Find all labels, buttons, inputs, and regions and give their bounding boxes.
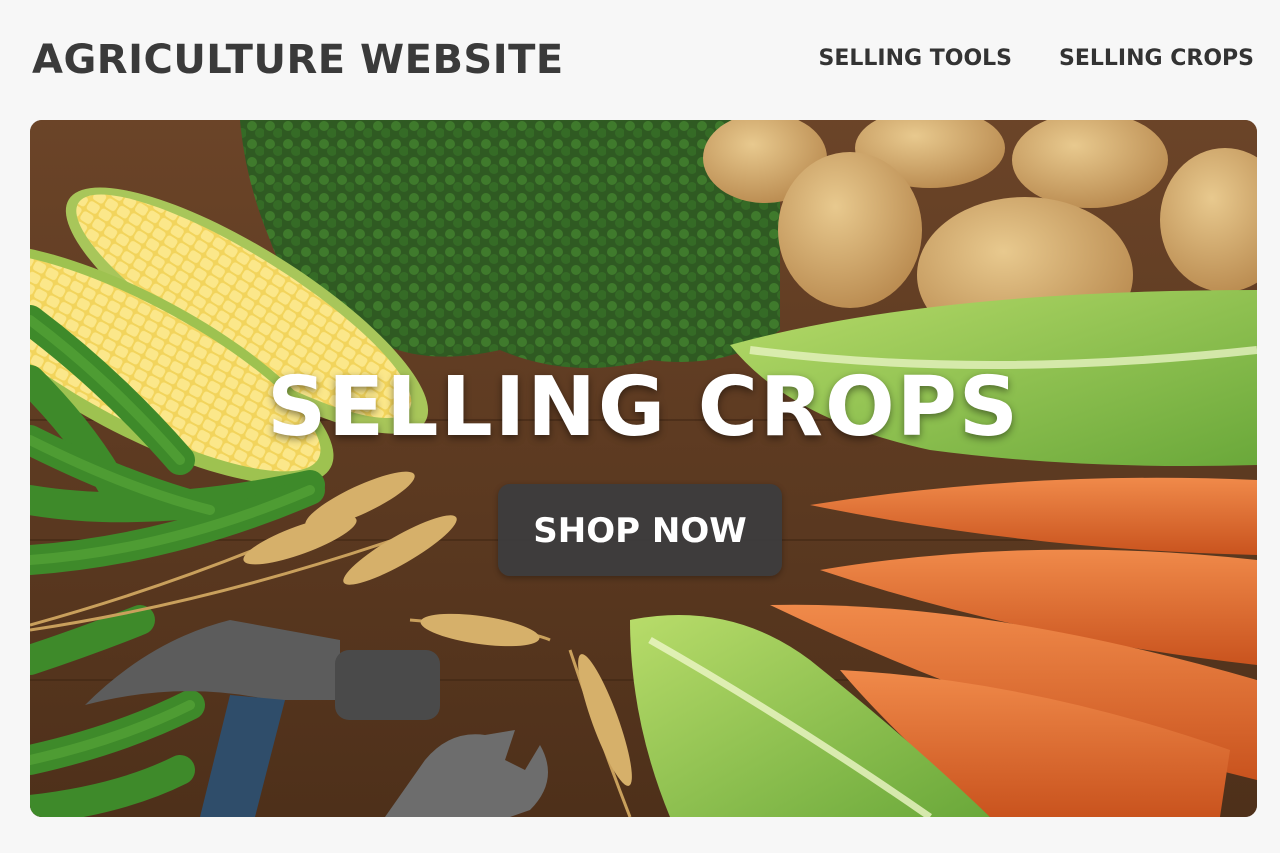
site-title[interactable]: AGRICULTURE WEBSITE [32,36,564,84]
page: AGRICULTURE WEBSITE SELLING TOOLS SELLIN… [0,0,1280,853]
site-header: AGRICULTURE WEBSITE SELLING TOOLS SELLIN… [0,0,1280,120]
hero-title: SELLING CROPS [267,360,1020,455]
main-nav: SELLING TOOLS SELLING CROPS [819,44,1254,74]
shop-now-button[interactable]: SHOP NOW [498,484,782,576]
nav-link-selling-tools[interactable]: SELLING TOOLS [819,44,1013,74]
hero-banner: SELLING CROPS SHOP NOW [30,120,1257,817]
hero-image [30,120,1257,817]
nav-link-selling-crops[interactable]: SELLING CROPS [1059,44,1254,74]
